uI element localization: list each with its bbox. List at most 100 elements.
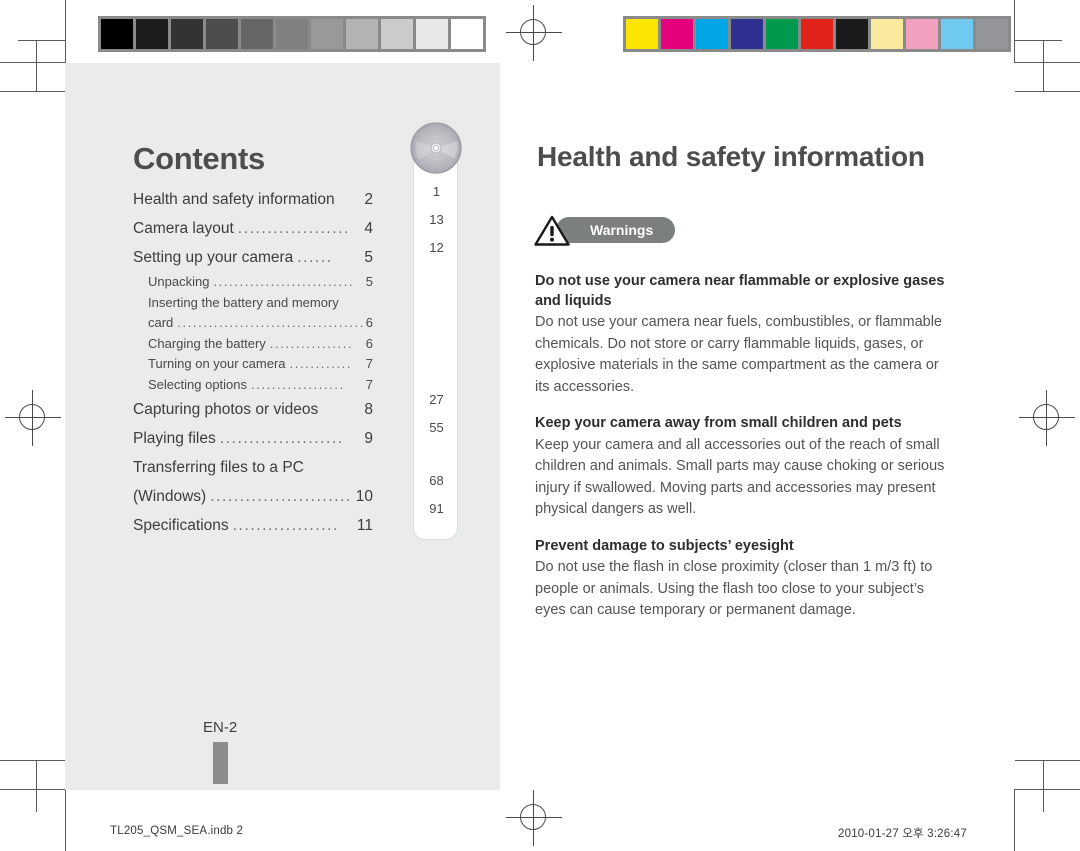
color-swatch [661, 19, 693, 49]
toc-entry[interactable]: Transferring files to a PC. [133, 453, 373, 482]
registration-mark-left [5, 390, 61, 446]
grayscale-calibration-bar [98, 16, 486, 52]
toc-entry-label: Specifications [133, 517, 229, 534]
color-swatch [906, 19, 938, 49]
registration-mark-right [1019, 390, 1075, 446]
grayscale-swatch [171, 19, 203, 49]
toc-leader-dots: ................... [237, 220, 351, 237]
grayscale-swatch [451, 19, 483, 49]
toc-entry[interactable]: Charging the battery................ 6 [133, 334, 373, 355]
toc-entry-label: Unpacking [148, 274, 210, 289]
toc-entry[interactable]: Inserting the battery and memory. [133, 293, 373, 314]
color-swatch [766, 19, 798, 49]
toc-entry-label: Health and safety information [133, 191, 335, 208]
grayscale-swatch [136, 19, 168, 49]
toc-entry-page: 10 [355, 488, 373, 505]
toc-entry[interactable]: Capturing photos or videos.8 [133, 395, 373, 424]
warning-triangle-icon [534, 215, 570, 246]
toc-leader-dots: ................ [269, 335, 354, 351]
cd-disc-icon [410, 122, 462, 174]
toc-entry-page: 7 [365, 356, 373, 371]
warning-section: Prevent damage to subjects’ eyesight Do n… [535, 537, 947, 622]
toc-leader-dots: .................. [251, 376, 345, 392]
toc-entry-page: 7 [365, 376, 373, 392]
grayscale-swatch [276, 19, 308, 49]
toc-entry[interactable]: Unpacking........................... 5 [133, 272, 373, 293]
toc-entry-label: Camera layout [133, 220, 234, 237]
toc-entry-label: Capturing photos or videos [133, 401, 319, 418]
toc-entry-label: Turning on your camera [148, 356, 286, 371]
toc-entry-page: 4 [364, 220, 373, 237]
toc-entry[interactable]: card....................................… [133, 313, 373, 334]
toc-entry[interactable]: Selecting options.................. 7 [133, 375, 373, 396]
warnings-content: Do not use your camera near flammable or… [535, 272, 947, 622]
toc-leader-dots: .................. [232, 517, 339, 534]
color-swatch [871, 19, 903, 49]
color-swatch [941, 19, 973, 49]
toc-entry-page: 6 [365, 335, 373, 351]
toc-entry[interactable]: Setting up your camera...... 5 [133, 243, 373, 272]
toc-entry-label: Transferring files to a PC [133, 459, 304, 476]
toc-entry-page: 5 [364, 249, 373, 266]
toc-entry-label: Selecting options [148, 376, 248, 392]
toc-leader-dots: ...................................... [177, 315, 365, 330]
strip-page-number: 13 [429, 212, 444, 227]
page-marker-bar [213, 742, 228, 784]
toc-entry-page: 6 [365, 315, 373, 330]
color-swatch [696, 19, 728, 49]
page-title: Contents [133, 140, 265, 176]
toc-entry[interactable]: Camera layout................... 4 [133, 214, 373, 243]
toc-entry-label: (Windows) [133, 488, 207, 505]
warning-section-heading: Prevent damage to subjects’ eyesight [535, 537, 794, 554]
warning-section-body: Keep your camera and all accessories out… [535, 436, 945, 518]
toc-entry-label: Inserting the battery and memory [148, 294, 339, 310]
toc-entry-label: Playing files [133, 430, 216, 447]
grayscale-swatch [206, 19, 238, 49]
strip-page-number: 68 [429, 473, 444, 488]
toc-entry[interactable]: Specifications.................. 11 [133, 511, 373, 540]
section-heading: Health and safety information [537, 140, 925, 172]
toc-entry-label: Charging the battery [148, 335, 266, 351]
toc-entry[interactable]: Playing files..................... 9 [133, 424, 373, 453]
strip-page-number: 55 [429, 420, 444, 435]
registration-mark-bottom [506, 790, 562, 846]
color-swatch [801, 19, 833, 49]
toc-entry[interactable]: (Windows)........................ 10 [133, 482, 373, 511]
warnings-badge-label: Warnings [556, 217, 676, 243]
warning-section-heading: Do not use your camera near flammable or… [535, 273, 945, 309]
grayscale-swatch [311, 19, 343, 49]
warning-section-body: Do not use your camera near fuels, combu… [535, 314, 942, 395]
grayscale-swatch [416, 19, 448, 49]
toc-leader-dots: ........................ [210, 488, 352, 505]
table-of-contents: Health and safety information.2Camera la… [133, 185, 373, 540]
strip-page-number: 27 [429, 392, 444, 407]
warning-section-heading: Keep your camera away from small childre… [535, 415, 902, 431]
toc-leader-dots: ........................... [213, 274, 355, 289]
toc-entry-page: 8 [364, 401, 373, 418]
registration-mark-top [506, 5, 562, 61]
color-swatch [836, 19, 868, 49]
toc-entry-page: 5 [365, 274, 373, 289]
footer-filename: TL205_QSM_SEA.indb 2 [110, 825, 244, 837]
warning-section-body: Do not use the flash in close proximity … [535, 559, 933, 618]
grayscale-swatch [346, 19, 378, 49]
toc-entry[interactable]: Turning on your camera............ 7 [133, 354, 373, 375]
color-swatch [976, 19, 1008, 49]
strip-page-number: 1 [432, 184, 441, 199]
color-swatch [731, 19, 763, 49]
warning-section: Do not use your camera near flammable or… [535, 272, 947, 398]
toc-entry[interactable]: Health and safety information.2 [133, 185, 373, 214]
toc-entry-page: 9 [364, 430, 373, 447]
toc-leader-dots: ..................... [219, 430, 344, 447]
color-calibration-bar [623, 16, 1011, 52]
footer-timestamp: 2010-01-27 오후 3:26:47 [838, 828, 967, 840]
toc-leader-dots: ............ [289, 356, 353, 371]
toc-entry-page: 2 [364, 191, 373, 208]
toc-leader-dots: ...... [297, 249, 333, 266]
page-number-label: EN-2 [203, 719, 238, 736]
grayscale-swatch [241, 19, 273, 49]
warning-section: Keep your camera away from small childre… [535, 414, 947, 521]
toc-entry-label: card [148, 315, 174, 330]
side-number-strip: 1 13 12 27 55 68 91 [413, 145, 458, 540]
toc-entry-page: 11 [356, 517, 373, 534]
